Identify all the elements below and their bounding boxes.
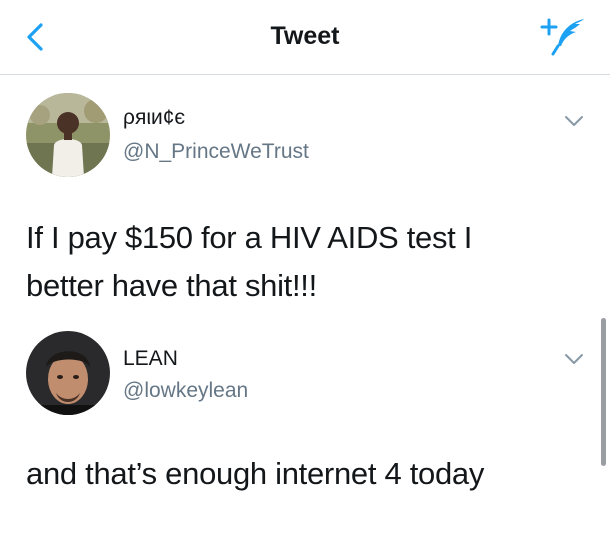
avatar[interactable]	[26, 331, 110, 415]
tweet-menu-button[interactable]	[562, 350, 586, 368]
profile-photo	[26, 331, 110, 415]
tweet-card: LEAN @lowkeylean and that’s enough inter…	[0, 0, 610, 539]
chevron-down-icon	[565, 354, 583, 364]
tweet-text: and that’s enough internet 4 today	[26, 450, 566, 498]
scrollbar[interactable]	[601, 318, 606, 466]
user-handle[interactable]: @lowkeylean	[123, 379, 248, 403]
display-name[interactable]: LEAN	[123, 347, 178, 371]
tweet-text-line: and that’s enough internet 4 today	[26, 456, 485, 491]
